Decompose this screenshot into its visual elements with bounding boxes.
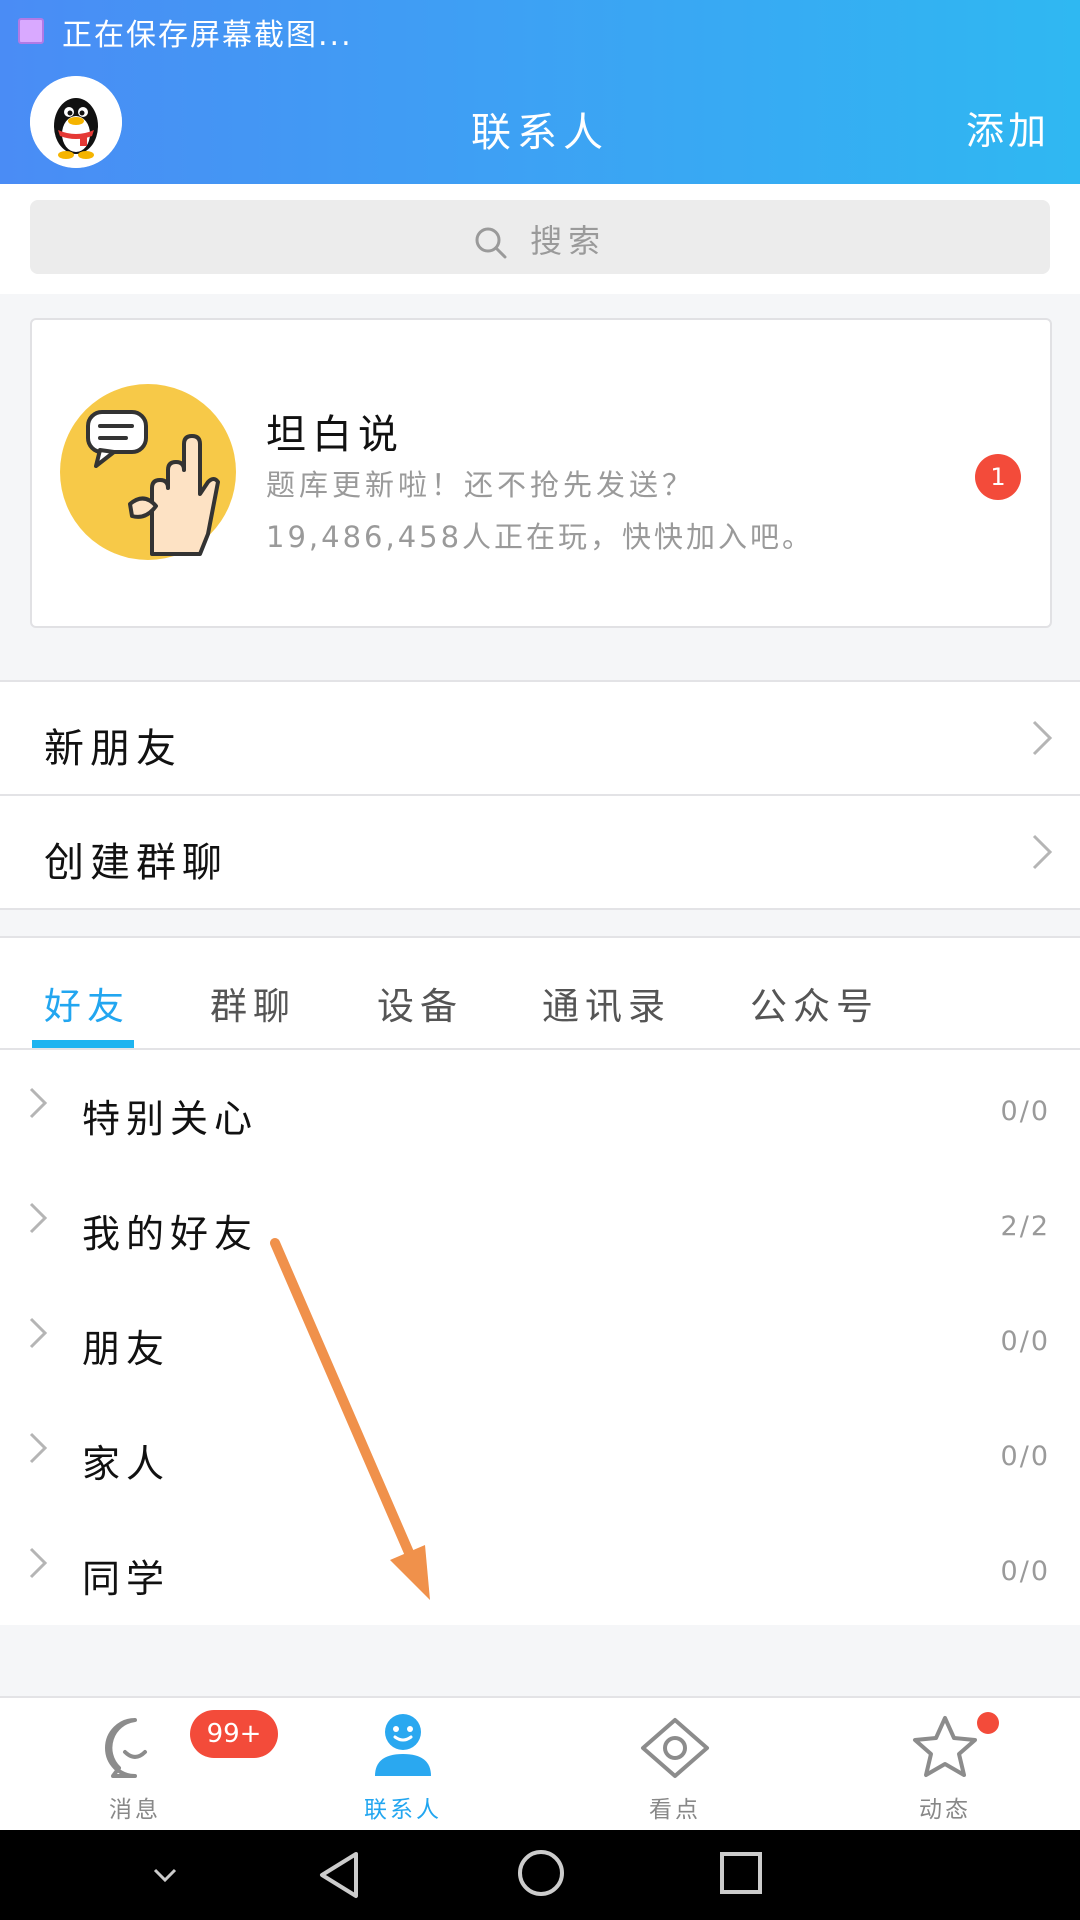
chevron-right-icon (1032, 834, 1053, 870)
tab-friends[interactable]: 好友 (44, 976, 130, 1030)
nav-messages[interactable]: 99+ 消息 (35, 1698, 278, 1832)
new-friends-row[interactable]: 新朋友 (0, 682, 1080, 794)
nav-contacts[interactable]: 联系人 (303, 1698, 503, 1832)
group-classmates[interactable]: 同学 0/0 (0, 1510, 1080, 1625)
nav-feed[interactable]: 动态 (845, 1698, 1045, 1832)
hide-keyboard-icon[interactable] (150, 1860, 180, 1890)
nav-label: 消息 (109, 1797, 161, 1823)
add-button[interactable]: 添加 (966, 100, 1050, 155)
eye-icon (641, 1718, 709, 1778)
nav-label: 动态 (919, 1797, 971, 1823)
divider (0, 908, 1080, 910)
group-count: 0/0 (1000, 1441, 1050, 1472)
group-count: 0/0 (1000, 1096, 1050, 1127)
group-friends[interactable]: 朋友 0/0 (0, 1280, 1080, 1395)
message-icon (105, 1718, 147, 1778)
status-bar: 正在保存屏幕截图... (0, 0, 1080, 60)
page-title: 联系人 (471, 110, 609, 156)
group-family[interactable]: 家人 0/0 (0, 1395, 1080, 1510)
chevron-right-icon (29, 1547, 48, 1579)
bottom-tab-bar: 99+ 消息 联系人 看点 动态 (0, 1696, 1080, 1832)
recent-apps-icon[interactable] (718, 1850, 764, 1896)
tab-devices[interactable]: 设备 (377, 976, 463, 1030)
tab-address-book[interactable]: 通讯录 (542, 976, 671, 1030)
group-count: 0/0 (1000, 1326, 1050, 1357)
notification-badge: 1 (975, 454, 1021, 500)
search-icon (475, 227, 507, 259)
group-label: 朋友 (82, 1327, 171, 1371)
tanbaishuo-icon (60, 384, 236, 560)
tab-groups[interactable]: 群聊 (210, 976, 296, 1030)
unread-badge: 99+ (190, 1710, 278, 1758)
card-title: 坦白说 (266, 412, 404, 458)
group-label: 我的好友 (82, 1212, 259, 1256)
screenshot-icon (18, 18, 44, 44)
search-placeholder: 搜索 (530, 222, 607, 260)
chevron-right-icon (29, 1202, 48, 1234)
group-label: 家人 (82, 1442, 171, 1486)
search-section: 搜索 (0, 184, 1080, 294)
status-text: 正在保存屏幕截图... (62, 18, 353, 53)
star-icon (913, 1716, 977, 1777)
system-nav-bar (0, 1830, 1080, 1920)
back-icon[interactable] (316, 1850, 362, 1900)
group-label: 特别关心 (82, 1097, 259, 1141)
app-header: 正在保存屏幕截图... 联系人 添加 (0, 0, 1080, 184)
new-activity-dot (977, 1712, 999, 1734)
nav-kandian[interactable]: 看点 (575, 1698, 775, 1832)
search-input[interactable]: 搜索 (30, 200, 1050, 274)
chevron-right-icon (29, 1432, 48, 1464)
card-description: 题库更新啦！还不抢先发送？ (266, 468, 696, 502)
create-group-label: 创建群聊 (44, 840, 228, 886)
create-group-row[interactable]: 创建群聊 (0, 796, 1080, 908)
chevron-right-icon (1032, 720, 1053, 756)
home-icon[interactable] (516, 1848, 566, 1898)
group-label: 同学 (82, 1557, 171, 1601)
chevron-right-icon (29, 1317, 48, 1349)
group-count: 0/0 (1000, 1556, 1050, 1587)
card-player-count: 19,486,458人正在玩，快快加入吧。 (266, 520, 815, 554)
group-count: 2/2 (1000, 1211, 1050, 1242)
contact-tabs: 好友 群聊 设备 通讯录 公众号 (0, 938, 1080, 1050)
chevron-right-icon (29, 1087, 48, 1119)
friend-groups-list: 特别关心 0/0 我的好友 2/2 朋友 0/0 家人 0/0 同学 0/0 (0, 1050, 1080, 1625)
tanbaishuo-card[interactable]: 坦白说 题库更新啦！还不抢先发送？ 19,486,458人正在玩，快快加入吧。 … (30, 318, 1052, 628)
group-my-friends[interactable]: 我的好友 2/2 (0, 1165, 1080, 1280)
group-special-care[interactable]: 特别关心 0/0 (0, 1050, 1080, 1165)
nav-label: 联系人 (364, 1797, 442, 1823)
contacts-icon (375, 1714, 431, 1776)
tab-official-accounts[interactable]: 公众号 (750, 976, 879, 1030)
new-friends-label: 新朋友 (44, 726, 182, 772)
nav-label: 看点 (649, 1797, 701, 1823)
